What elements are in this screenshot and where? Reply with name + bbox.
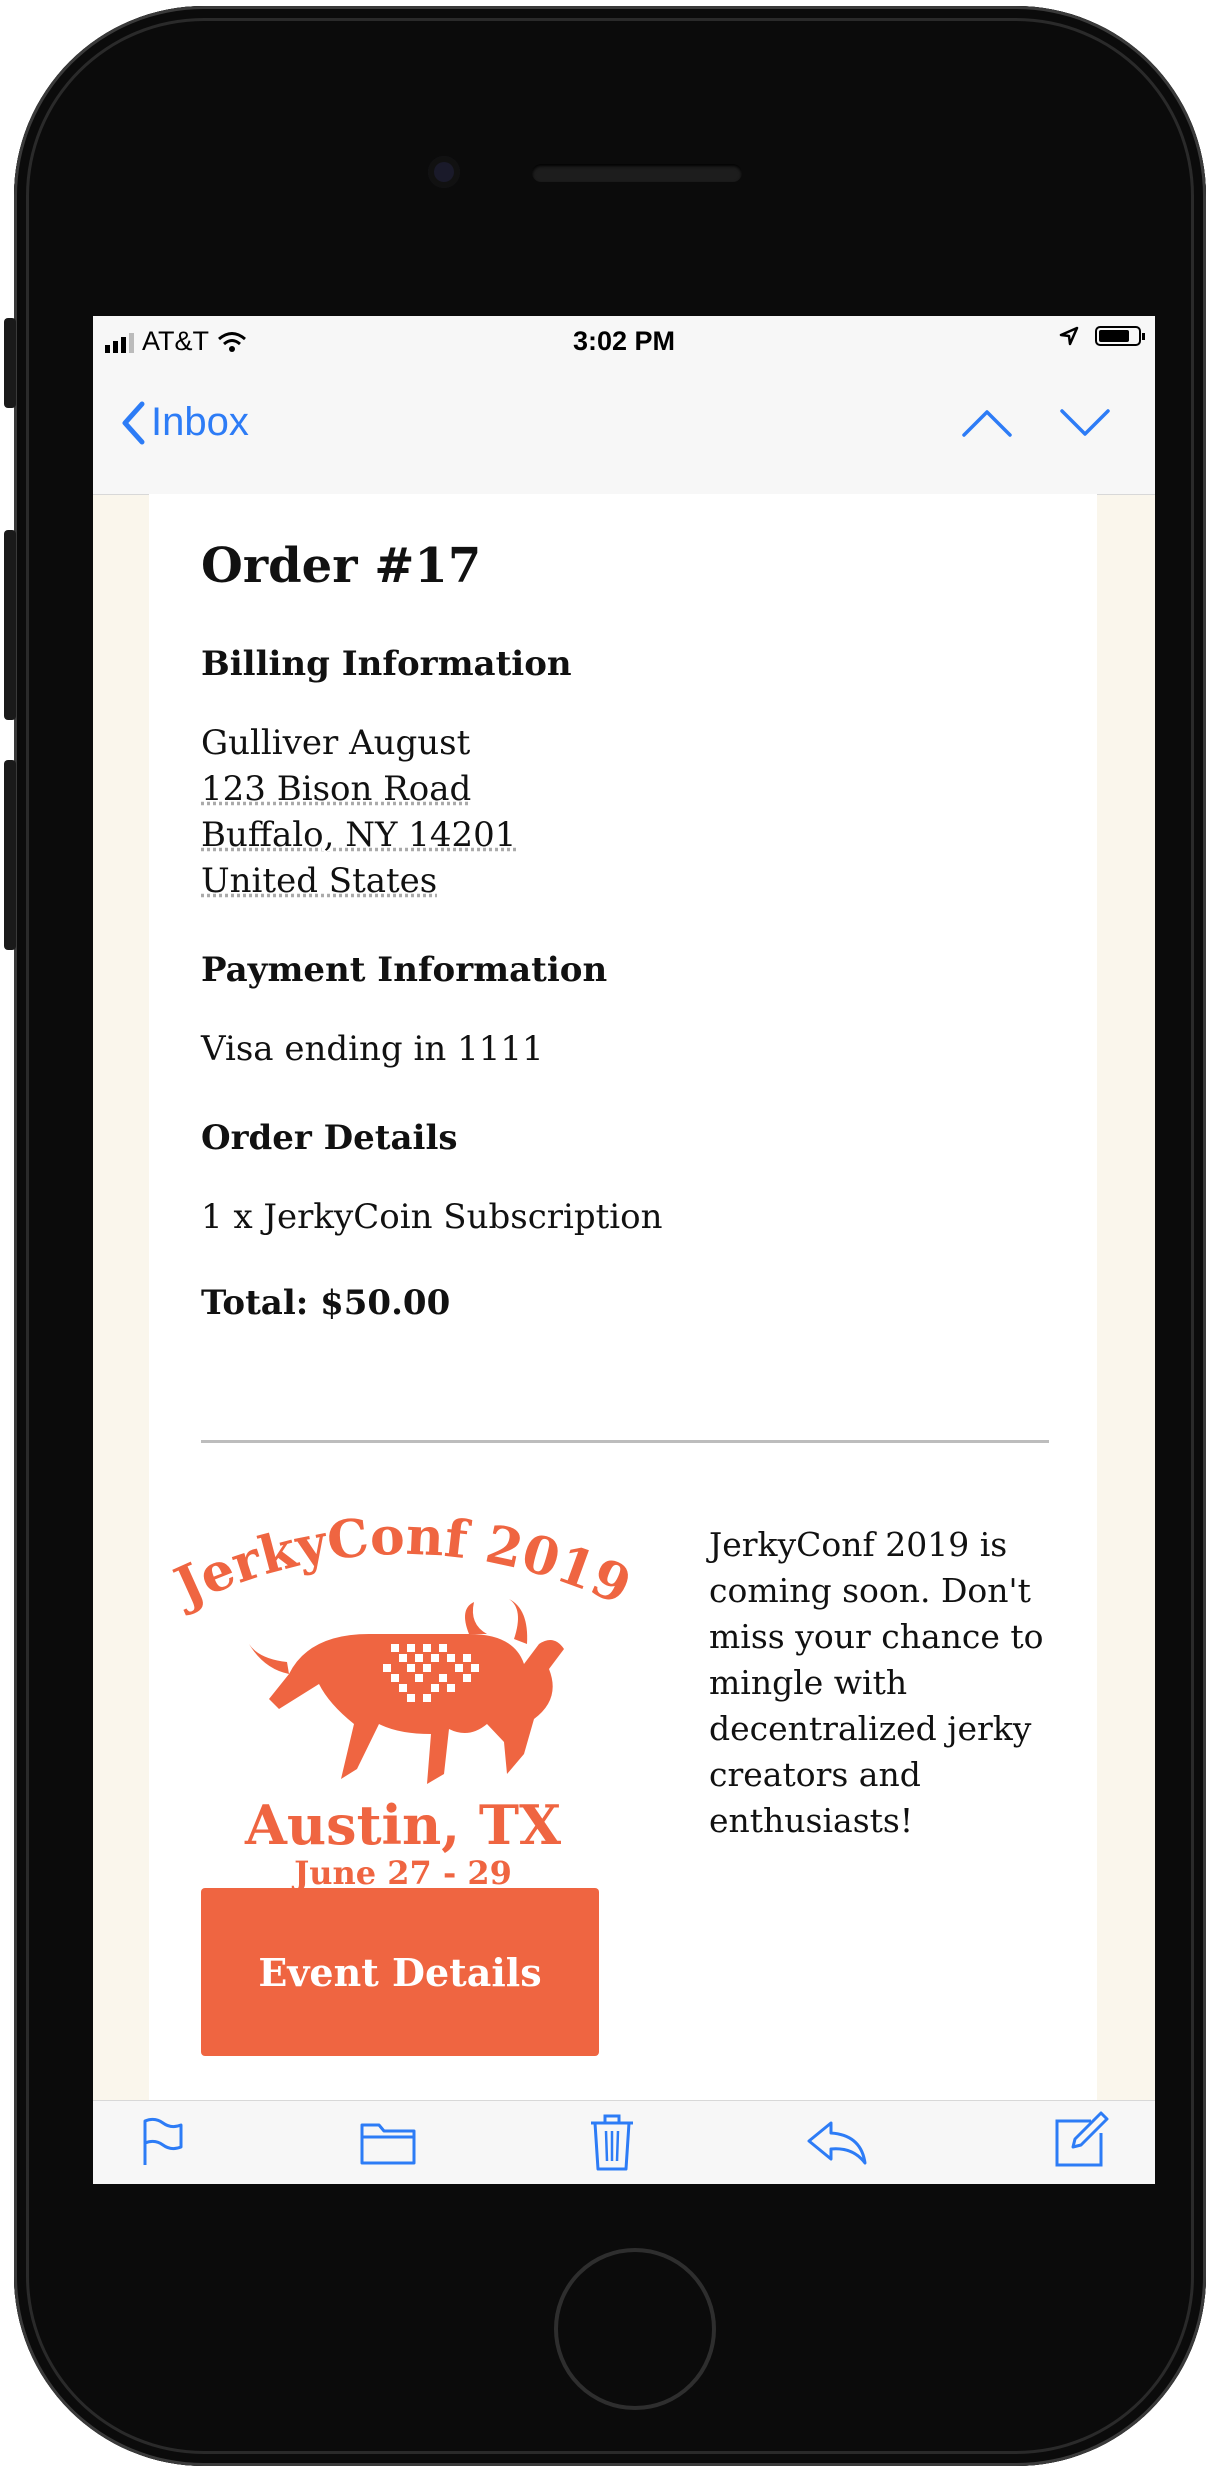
home-button[interactable]: [554, 2248, 716, 2410]
battery-icon: [1095, 326, 1145, 346]
phone-speaker: [532, 164, 742, 182]
trash-icon[interactable]: [587, 2111, 637, 2173]
back-label: Inbox: [151, 400, 249, 444]
mail-nav-bar: Inbox: [93, 370, 1155, 495]
phone-camera: [428, 156, 460, 188]
folder-icon[interactable]: [359, 2117, 417, 2167]
payment-text: Visa ending in 1111: [201, 1029, 544, 1069]
status-time: 3:02 PM: [572, 326, 676, 356]
billing-street[interactable]: 123 Bison Road: [201, 766, 516, 812]
divider: [201, 1440, 1049, 1443]
status-bar: AT&T 3:02 PM: [93, 316, 1155, 370]
billing-heading: Billing Information: [201, 644, 572, 684]
email-body: Order #17 Billing Information Gulliver A…: [149, 494, 1097, 2100]
billing-address: Gulliver August 123 Bison Road Buffalo, …: [201, 720, 516, 904]
reply-icon[interactable]: [805, 2117, 869, 2167]
billing-country[interactable]: United States: [201, 858, 516, 904]
chevron-down-icon[interactable]: [1059, 408, 1111, 438]
payment-heading: Payment Information: [201, 950, 608, 990]
order-title: Order #17: [201, 538, 482, 594]
back-to-inbox-button[interactable]: Inbox: [121, 400, 249, 445]
chevron-up-icon[interactable]: [961, 408, 1013, 438]
volume-up-button: [4, 530, 16, 720]
logo-title: JerkyConf 2019: [169, 1506, 637, 1619]
event-details-button[interactable]: Event Details: [201, 1888, 599, 2056]
volume-down-button: [4, 760, 16, 950]
order-item: 1 x JerkyCoin Subscription: [201, 1197, 663, 1237]
mute-switch: [4, 318, 16, 408]
logo-city: Austin, TX: [244, 1793, 561, 1857]
order-details-heading: Order Details: [201, 1118, 458, 1158]
back-chevron-icon: [122, 401, 145, 444]
logo-dates: June 27 - 29: [291, 1854, 512, 1892]
compose-icon[interactable]: [1051, 2111, 1109, 2169]
promo-text: JerkyConf 2019 is coming soon. Don't mis…: [709, 1525, 1044, 1840]
order-total: Total: $50.00: [201, 1283, 451, 1323]
billing-city[interactable]: Buffalo, NY 14201: [201, 812, 516, 858]
mail-toolbar: [93, 2100, 1155, 2184]
jerkyconf-logo: JerkyConf 2019 Austin, TX June 27 - 29: [169, 1506, 637, 1892]
location-icon: [1059, 326, 1079, 346]
flag-icon[interactable]: [139, 2117, 185, 2167]
phone-screen: AT&T 3:02 PM Inbox Order #17 Billing Inf…: [93, 316, 1155, 2184]
billing-name: Gulliver August: [201, 723, 471, 763]
